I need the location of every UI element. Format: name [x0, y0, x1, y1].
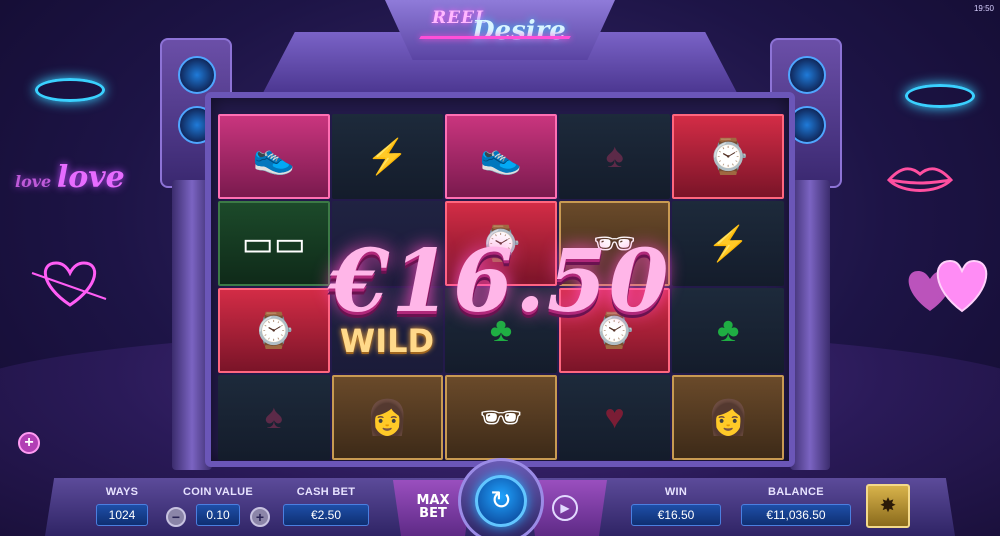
earrings-symbol-icon: ⚡: [707, 224, 750, 263]
watch-symbol-icon: ⌚: [252, 311, 295, 350]
win-label: WIN: [664, 486, 688, 498]
glasses-symbol-icon: ▭▭: [241, 224, 306, 263]
ways-panel: WAYS 1024: [92, 478, 152, 526]
spade-symbol-icon: ♠: [264, 398, 283, 436]
woman-symbol-icon: 👩: [366, 398, 409, 437]
spin-button[interactable]: ↻: [475, 475, 527, 527]
neon-lips-icon: [886, 167, 954, 192]
reel-cell: ♥: [558, 375, 671, 460]
autoplay-icon: ▶: [552, 495, 578, 521]
neon-love-big: love: [56, 160, 125, 195]
clock: 19:50: [973, 4, 994, 13]
neon-hearts-icon: [908, 259, 988, 313]
neon-love-small: love: [15, 172, 52, 191]
logo-desire-text: Desire: [472, 16, 566, 46]
reel-cell: ▭▭: [218, 201, 330, 286]
spade-symbol-icon: ♠: [605, 137, 624, 175]
menu-button[interactable]: ✸: [866, 484, 910, 528]
coin-value: 0.10: [196, 504, 240, 526]
extra-features-button[interactable]: +: [18, 432, 40, 454]
coin-value-label: COIN VALUE: [182, 486, 254, 498]
cash-bet-label: CASH BET: [296, 486, 356, 498]
ways-label: WAYS: [105, 486, 139, 498]
reel-cell: 👩: [672, 375, 784, 460]
earrings-symbol-icon: ⚡: [366, 137, 409, 176]
cash-bet-value: €2.50: [283, 504, 369, 526]
ceiling-light-left: [35, 78, 105, 102]
game-logo: REEL Desire: [419, 6, 580, 52]
woman-symbol-icon: 👩: [707, 398, 750, 437]
coin-increase-button[interactable]: +: [250, 507, 270, 527]
club-symbol-icon: ♣: [717, 311, 740, 349]
cash-bet-panel: CASH BET €2.50: [280, 478, 372, 526]
balance-value: €11,036.50: [741, 504, 851, 526]
spin-button-ring: ↻: [458, 458, 544, 536]
reel-cell: ⌚: [672, 114, 784, 199]
neon-arrow-heart-icon: [31, 261, 107, 307]
sneakers-symbol-icon: 👟: [252, 137, 295, 176]
reel-cell: ⚡: [331, 114, 444, 199]
sneakers-symbol-icon: 👟: [479, 137, 523, 176]
balance-label: BALANCE: [768, 486, 824, 498]
balance-panel: BALANCE €11,036.50: [738, 478, 854, 526]
reel-cell: 👟: [218, 114, 330, 199]
heart-symbol-icon: ♥: [604, 398, 625, 436]
neon-love-sign: love love: [15, 160, 125, 195]
coin-decrease-button[interactable]: −: [166, 507, 186, 527]
reel-cell: ⌚: [218, 288, 330, 373]
reel-cell: ♣: [672, 288, 784, 373]
watch-symbol-icon: ⌚: [707, 137, 750, 176]
win-panel: WIN €16.50: [628, 478, 724, 526]
win-value: €16.50: [631, 504, 721, 526]
reel-cell: 👩: [331, 375, 444, 460]
reel-cell: ♠: [558, 114, 671, 199]
ceiling-light-right: [905, 84, 975, 108]
win-amount-overlay: €16.50: [329, 231, 671, 332]
ways-value: 1024: [96, 504, 148, 526]
reel-cell: ♠: [218, 375, 330, 460]
pillar-right: [790, 180, 830, 470]
reel-cell: ⚡: [672, 201, 784, 286]
reel-cell: 👟: [445, 114, 557, 199]
reel-cell: 🕶: [445, 375, 557, 460]
man-symbol-icon: 🕶: [479, 398, 523, 437]
